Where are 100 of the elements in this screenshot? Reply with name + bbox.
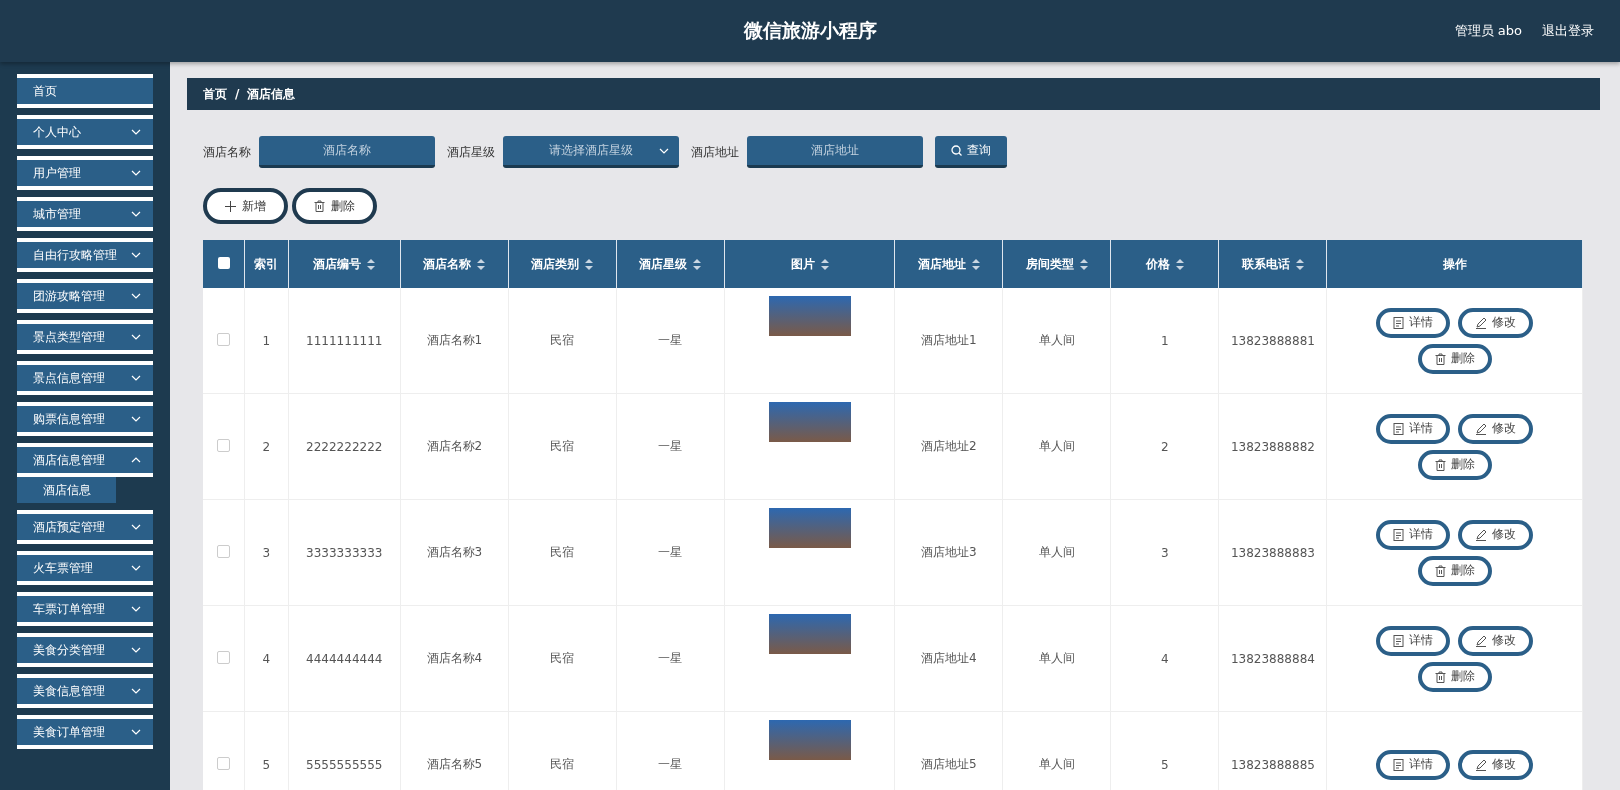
delete-button[interactable]: 删除 <box>292 188 377 224</box>
table-cell: 13823888881 <box>1230 333 1315 348</box>
sidebar-item[interactable]: 用户管理 <box>17 156 153 190</box>
document-icon <box>1393 528 1405 541</box>
sidebar-item[interactable]: 酒店信息管理 <box>17 443 153 477</box>
star-select[interactable]: 请选择酒店星级 <box>503 136 679 168</box>
detail-button[interactable]: 详情 <box>1376 749 1451 780</box>
delete-button[interactable]: 删除 <box>1417 661 1492 692</box>
sidebar-label: 用户管理 <box>33 164 81 182</box>
sidebar-label: 团游攻略管理 <box>33 287 105 305</box>
sidebar-item[interactable]: 自由行攻略管理 <box>17 238 153 272</box>
sidebar-item[interactable]: 个人中心 <box>17 115 153 149</box>
sort-icon <box>1175 258 1184 270</box>
pencil-icon <box>1475 758 1488 771</box>
edit-button[interactable]: 修改 <box>1458 307 1534 338</box>
table-cell: 民宿 <box>550 651 575 665</box>
chevron-icon <box>131 457 141 463</box>
column-header[interactable]: 联系电话 <box>1241 255 1290 273</box>
detail-button[interactable]: 详情 <box>1376 307 1451 338</box>
table-cell: 单人间 <box>1038 757 1075 771</box>
sidebar-label: 自由行攻略管理 <box>33 246 117 264</box>
row-checkbox[interactable] <box>217 756 230 770</box>
table-cell: 13823888882 <box>1230 439 1315 454</box>
table-cell: 民宿 <box>550 439 575 453</box>
table-cell: 酒店名称2 <box>426 439 483 453</box>
edit-button[interactable]: 修改 <box>1458 519 1534 550</box>
admin-name: 管理员 abo <box>1454 22 1522 40</box>
sidebar-item[interactable]: 美食订单管理 <box>17 715 153 749</box>
sidebar-item[interactable]: 团游攻略管理 <box>17 279 153 313</box>
input-field[interactable]: 酒店名称 <box>259 136 435 168</box>
logout-link[interactable]: 退出登录 <box>1542 22 1594 40</box>
sidebar-item[interactable]: 美食分类管理 <box>17 633 153 667</box>
document-icon <box>1393 422 1405 435</box>
sidebar-item[interactable]: 首页 <box>17 74 153 108</box>
chevron-icon <box>131 606 141 612</box>
search-button[interactable]: 查询 <box>935 136 1007 168</box>
table-cell: 单人间 <box>1038 651 1075 665</box>
edit-button[interactable]: 修改 <box>1458 749 1534 780</box>
sidebar-item[interactable]: 购票信息管理 <box>17 402 153 436</box>
table-cell: 5555555555 <box>306 757 383 772</box>
row-checkbox[interactable] <box>217 650 230 664</box>
edit-button[interactable]: 修改 <box>1458 413 1534 444</box>
delete-button[interactable]: 删除 <box>1417 449 1492 480</box>
field-label: 酒店名称 <box>203 143 251 161</box>
row-checkbox[interactable] <box>217 438 230 452</box>
row-checkbox[interactable] <box>217 544 230 558</box>
document-icon <box>1393 758 1405 771</box>
sidebar-item[interactable]: 火车票管理 <box>17 551 153 585</box>
column-header[interactable]: 图片 <box>790 255 815 273</box>
pencil-icon <box>1475 634 1488 647</box>
sidebar-item[interactable]: 景点类型管理 <box>17 320 153 354</box>
sort-icon <box>477 258 486 270</box>
column-header[interactable]: 房间类型 <box>1025 255 1074 273</box>
table-cell: 3333333333 <box>306 545 383 560</box>
chevron-icon <box>131 170 141 176</box>
column-header[interactable]: 酒店星级 <box>639 255 688 273</box>
detail-button[interactable]: 详情 <box>1376 413 1451 444</box>
sidebar-label: 美食分类管理 <box>33 641 105 659</box>
delete-button[interactable]: 删除 <box>1417 555 1492 586</box>
column-header[interactable]: 价格 <box>1145 255 1170 273</box>
sidebar-label: 酒店预定管理 <box>33 518 105 536</box>
chevron-icon <box>131 375 141 381</box>
add-button[interactable]: 新增 <box>203 188 288 224</box>
trash-icon <box>1434 352 1446 365</box>
sidebar-item[interactable]: 美食信息管理 <box>17 674 153 708</box>
edit-button[interactable]: 修改 <box>1458 625 1534 656</box>
table-cell: 酒店名称5 <box>426 757 483 771</box>
pencil-icon <box>1475 528 1488 541</box>
table-cell: 2 <box>1161 439 1169 454</box>
sidebar-item[interactable]: 酒店预定管理 <box>17 510 153 544</box>
sidebar-item[interactable]: 车票订单管理 <box>17 592 153 626</box>
detail-button[interactable]: 详情 <box>1376 625 1451 656</box>
search-icon <box>951 145 962 156</box>
table-cell: 单人间 <box>1038 545 1075 559</box>
table-cell: 5 <box>1161 757 1169 772</box>
chevron-icon <box>131 252 141 258</box>
column-header[interactable]: 酒店地址 <box>917 255 966 273</box>
table-cell: 民宿 <box>550 333 575 347</box>
select-all-checkbox[interactable] <box>217 256 230 269</box>
chevron-icon <box>131 334 141 340</box>
delete-button[interactable]: 删除 <box>1417 343 1492 374</box>
table-cell: 酒店名称1 <box>426 333 483 347</box>
sidebar-subitem[interactable]: 酒店信息 <box>17 477 116 503</box>
column-header[interactable]: 酒店类别 <box>531 255 580 273</box>
table-cell: 2222222222 <box>306 439 383 454</box>
table-cell: 酒店名称3 <box>426 545 483 559</box>
sidebar-item[interactable]: 城市管理 <box>17 197 153 231</box>
column-header[interactable]: 酒店编号 <box>313 255 362 273</box>
pencil-icon <box>1475 316 1488 329</box>
table-cell: 5 <box>262 757 271 772</box>
column-header[interactable]: 酒店名称 <box>423 255 472 273</box>
table-cell: 一星 <box>658 333 683 347</box>
row-checkbox[interactable] <box>217 332 230 346</box>
input-field[interactable]: 酒店地址 <box>747 136 923 168</box>
sidebar-item[interactable]: 景点信息管理 <box>17 361 153 395</box>
table-cell: 酒店地址5 <box>921 757 977 771</box>
detail-button[interactable]: 详情 <box>1376 519 1451 550</box>
chevron-icon <box>131 293 141 299</box>
table-cell: 1 <box>262 333 271 348</box>
column-header[interactable]: 操作 <box>1442 255 1467 273</box>
